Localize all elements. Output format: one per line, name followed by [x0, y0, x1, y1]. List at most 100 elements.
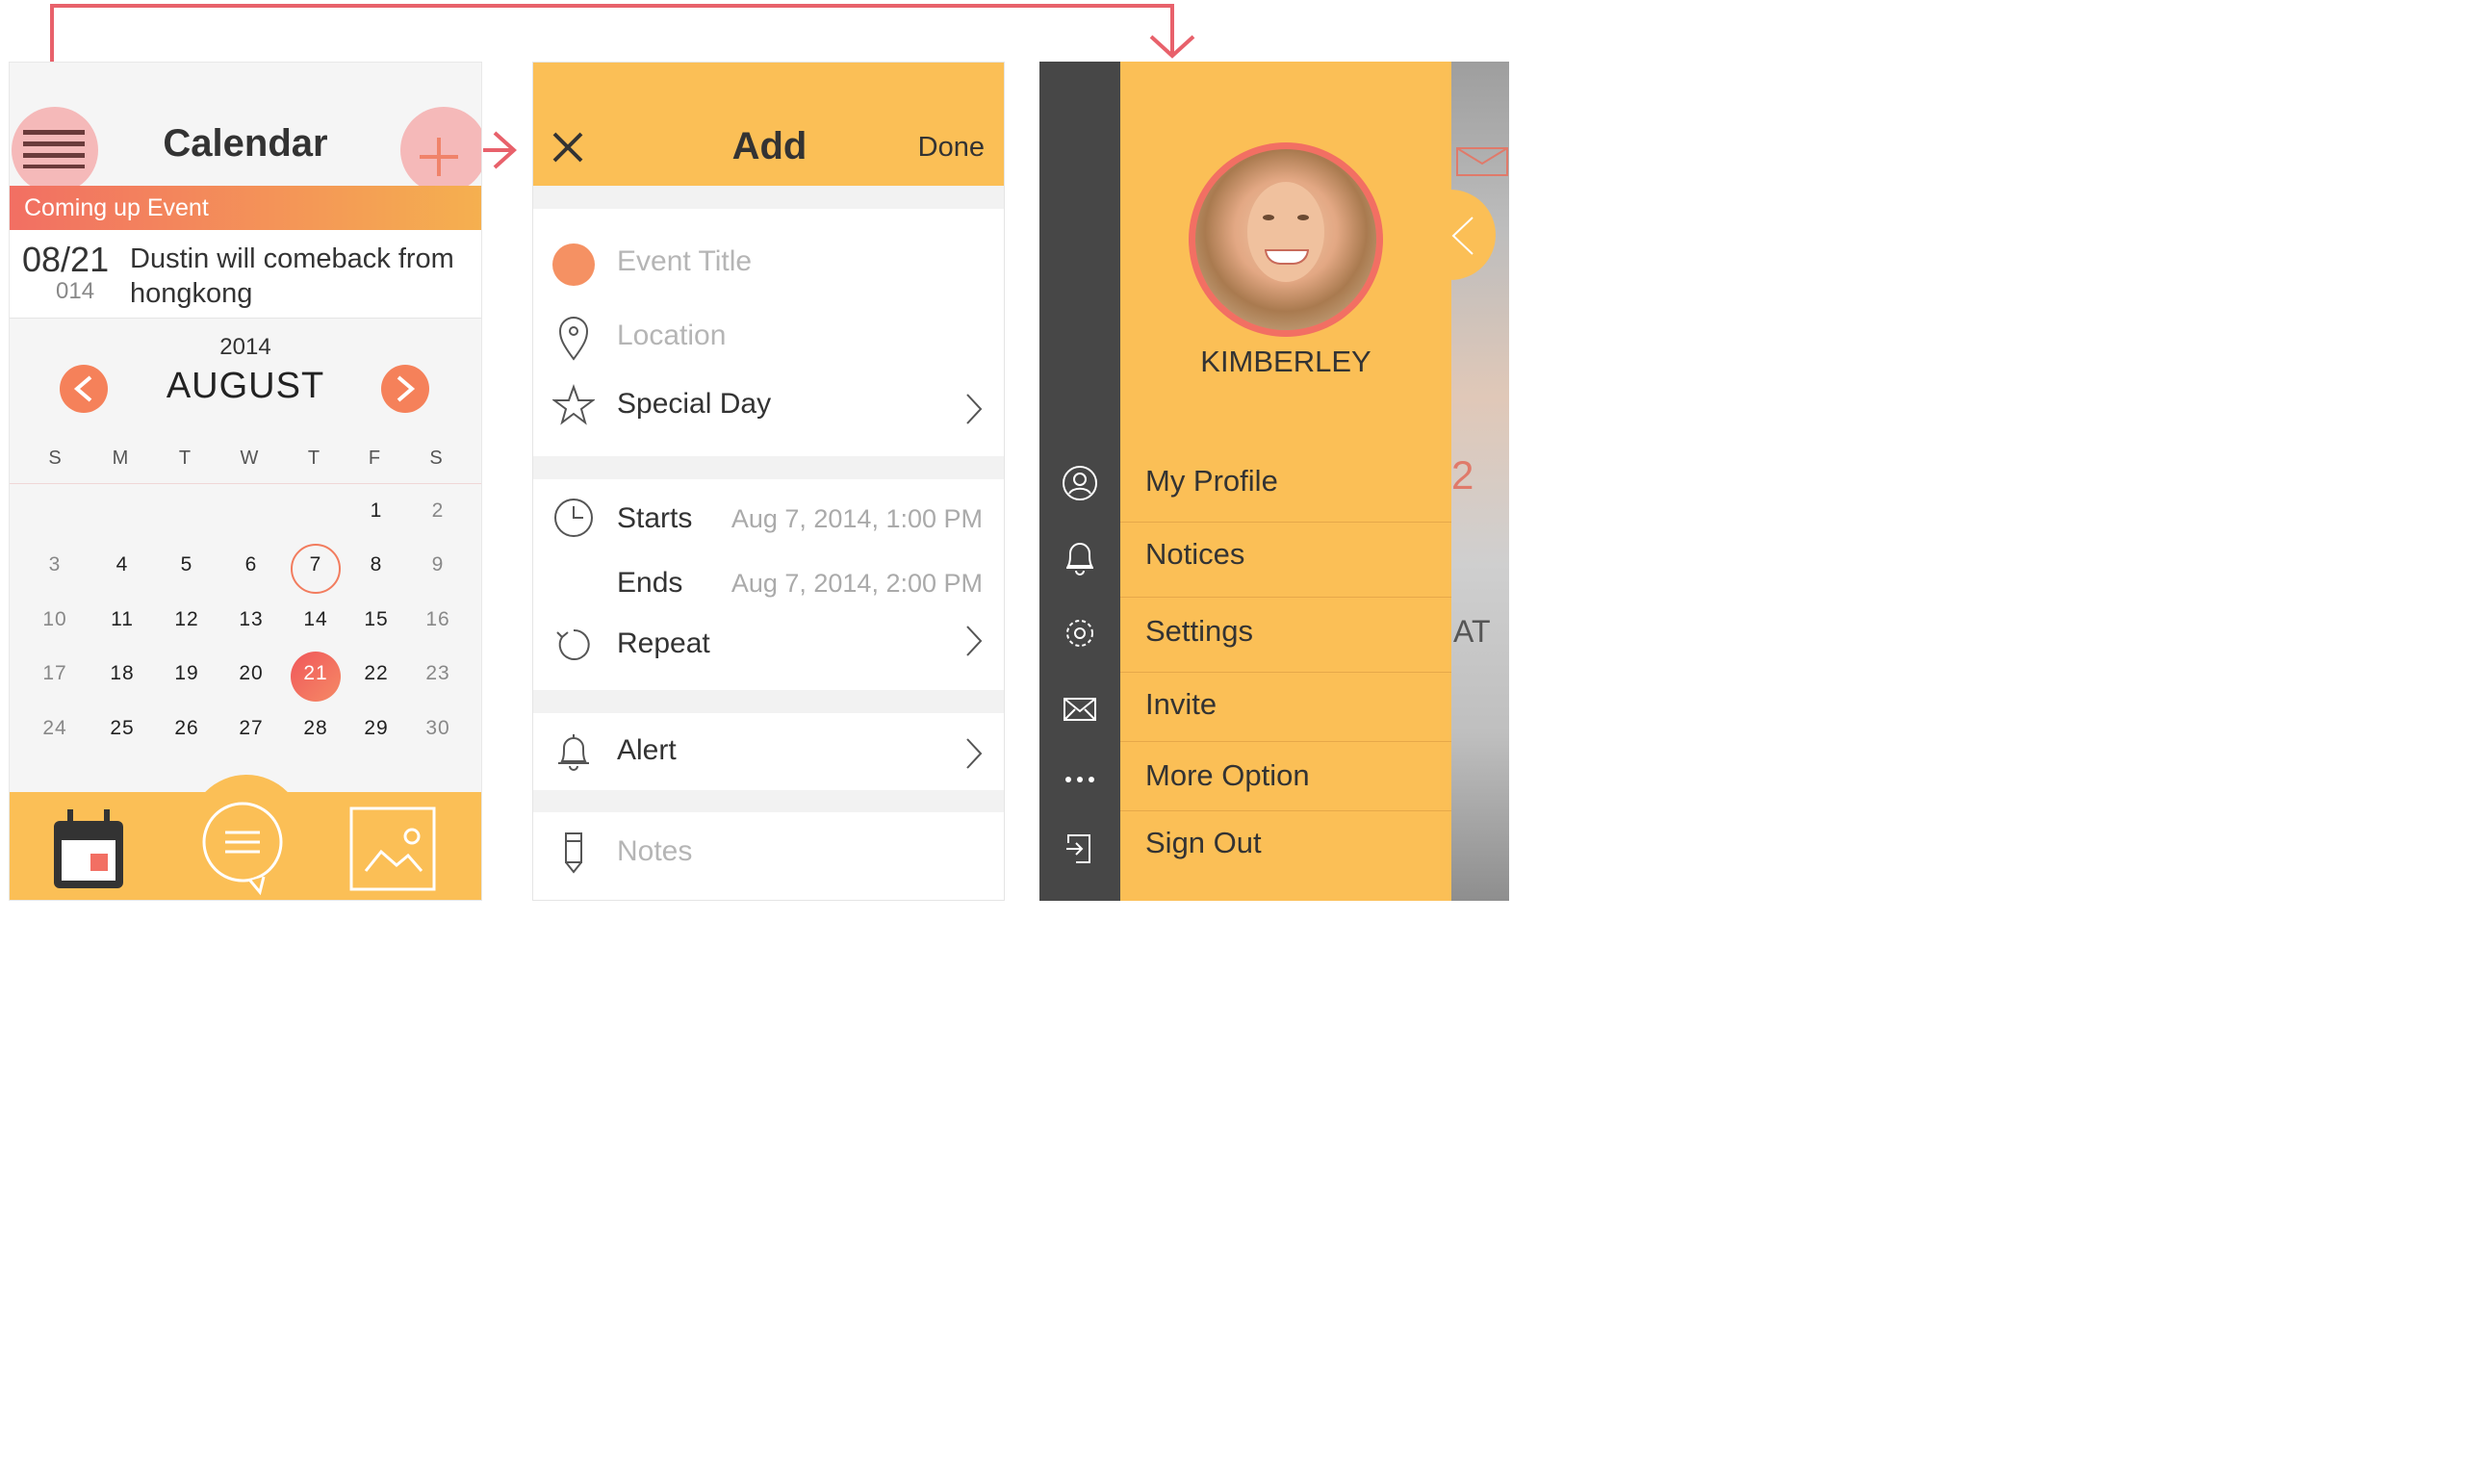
weekday-header: T: [178, 448, 192, 469]
menu-item-sign-out[interactable]: Sign Out: [1145, 826, 1262, 860]
calendar-day[interactable]: 5: [163, 553, 211, 576]
menu-item-my-profile[interactable]: My Profile: [1145, 464, 1278, 499]
calendar-day[interactable]: 14: [292, 608, 340, 631]
calendar-day[interactable]: 20: [227, 662, 275, 685]
event-text: Dustin will comeback from hongkong: [130, 243, 454, 309]
calendar-day[interactable]: 2: [414, 499, 462, 523]
flow-connector: [50, 4, 1195, 67]
calendar-day[interactable]: 15: [352, 608, 400, 631]
side-menu-screen: 2 AT KIMBERLEY My Profile Notices Settin…: [1039, 62, 1509, 901]
notes-section: Notes: [533, 812, 1004, 900]
calendar-screen: Calendar Coming up Event 08/21 014 Dusti…: [9, 62, 482, 901]
event-year: 014: [56, 278, 95, 304]
mail-icon: [1456, 147, 1508, 176]
avatar-photo: [1195, 149, 1376, 330]
add-header: Add Done: [533, 63, 1004, 186]
calendar-day[interactable]: 1: [352, 499, 400, 523]
calendar-year: 2014: [219, 334, 271, 360]
ends-value[interactable]: Aug 7, 2014, 2:00 PM: [731, 569, 983, 599]
calendar-day[interactable]: 11: [98, 608, 146, 631]
calendar-day[interactable]: 19: [163, 662, 211, 685]
add-event-screen: Add Done Event Title Location Special Da…: [532, 62, 1005, 901]
calendar-day[interactable]: 25: [98, 717, 146, 740]
calendar-day[interactable]: 16: [414, 608, 462, 631]
chevron-right-icon: [397, 375, 416, 402]
weekday-header: S: [429, 448, 443, 469]
menu-item-settings[interactable]: Settings: [1145, 614, 1253, 649]
calendar-day[interactable]: 8: [352, 553, 400, 576]
peek-text: AT: [1453, 614, 1491, 649]
repeat-icon: [556, 628, 590, 660]
bell-icon: [558, 734, 589, 771]
calendar-day[interactable]: 24: [31, 717, 79, 740]
calendar-day[interactable]: 13: [227, 608, 275, 631]
alert-section: Alert: [533, 713, 1004, 790]
gallery-tab-icon[interactable]: [348, 806, 439, 892]
calendar-day[interactable]: 30: [414, 717, 462, 740]
calendar-day[interactable]: 4: [98, 553, 146, 576]
next-month-button[interactable]: [381, 365, 429, 413]
special-day-row[interactable]: Special Day: [617, 388, 771, 421]
done-button[interactable]: Done: [918, 132, 985, 164]
calendar-day[interactable]: 18: [98, 662, 146, 685]
profile-icon[interactable]: [1061, 464, 1099, 502]
color-dot[interactable]: [552, 243, 595, 286]
divider: [1120, 597, 1451, 598]
mail-icon[interactable]: [1061, 693, 1099, 724]
calendar-day[interactable]: 23: [414, 662, 462, 685]
chevron-left-icon: [1451, 217, 1474, 255]
pencil-icon: [565, 832, 582, 874]
menu-item-notices[interactable]: Notices: [1145, 537, 1244, 572]
calendar-day[interactable]: 22: [352, 662, 400, 685]
sign-out-icon[interactable]: [1061, 830, 1099, 868]
event-details-section: Event Title Location Special Day: [533, 209, 1004, 456]
calendar-day[interactable]: 7: [292, 553, 340, 576]
event-date: 08/21: [22, 240, 110, 279]
calendar-tab-icon[interactable]: [50, 807, 127, 892]
plus-icon[interactable]: [418, 136, 460, 178]
time-section: Starts Aug 7, 2014, 1:00 PM Ends Aug 7, …: [533, 479, 1004, 690]
calendar-day[interactable]: 3: [31, 553, 79, 576]
event-title-input[interactable]: Event Title: [617, 245, 752, 278]
gear-icon[interactable]: [1061, 614, 1099, 652]
bell-icon[interactable]: [1061, 539, 1099, 577]
divider: [1120, 672, 1451, 673]
starts-label: Starts: [617, 502, 693, 534]
calendar-day[interactable]: 10: [31, 608, 79, 631]
calendar-day[interactable]: 12: [163, 608, 211, 631]
more-icon[interactable]: [1061, 770, 1099, 789]
calendar-day[interactable]: 6: [227, 553, 275, 576]
weekday-header: W: [240, 448, 259, 469]
calendar-day[interactable]: 26: [163, 717, 211, 740]
weekday-header: M: [112, 448, 129, 469]
user-name: KIMBERLEY: [1200, 345, 1371, 378]
star-icon: [552, 384, 595, 425]
divider: [1120, 741, 1451, 742]
weekday-header: T: [307, 448, 320, 469]
notes-input[interactable]: Notes: [617, 835, 692, 868]
calendar-day[interactable]: 29: [352, 717, 400, 740]
starts-value[interactable]: Aug 7, 2014, 1:00 PM: [731, 504, 983, 534]
weekday-header: F: [368, 448, 381, 469]
upcoming-event-card[interactable]: 08/21 014 Dustin will comeback from hong…: [10, 230, 481, 319]
repeat-row[interactable]: Repeat: [617, 627, 710, 660]
flow-arrow-right: [483, 131, 517, 169]
chevron-right-icon: [966, 394, 983, 424]
page-title: Calendar: [163, 122, 328, 165]
calendar-day[interactable]: 9: [414, 553, 462, 576]
calendar-day[interactable]: 27: [227, 717, 275, 740]
chat-tab-icon[interactable]: [200, 800, 291, 896]
alert-row[interactable]: Alert: [617, 734, 677, 767]
weekday-header: S: [48, 448, 62, 469]
divider: [10, 483, 481, 484]
menu-item-invite[interactable]: Invite: [1145, 687, 1217, 722]
avatar[interactable]: [1189, 142, 1383, 337]
menu-item-more-option[interactable]: More Option: [1145, 758, 1310, 793]
coming-up-banner: Coming up Event: [10, 186, 481, 230]
calendar-day[interactable]: 28: [292, 717, 340, 740]
calendar-day[interactable]: 17: [31, 662, 79, 685]
location-input[interactable]: Location: [617, 320, 726, 352]
clock-icon: [554, 499, 593, 537]
icon-rail: [1039, 62, 1120, 901]
calendar-day[interactable]: 21: [292, 662, 340, 685]
